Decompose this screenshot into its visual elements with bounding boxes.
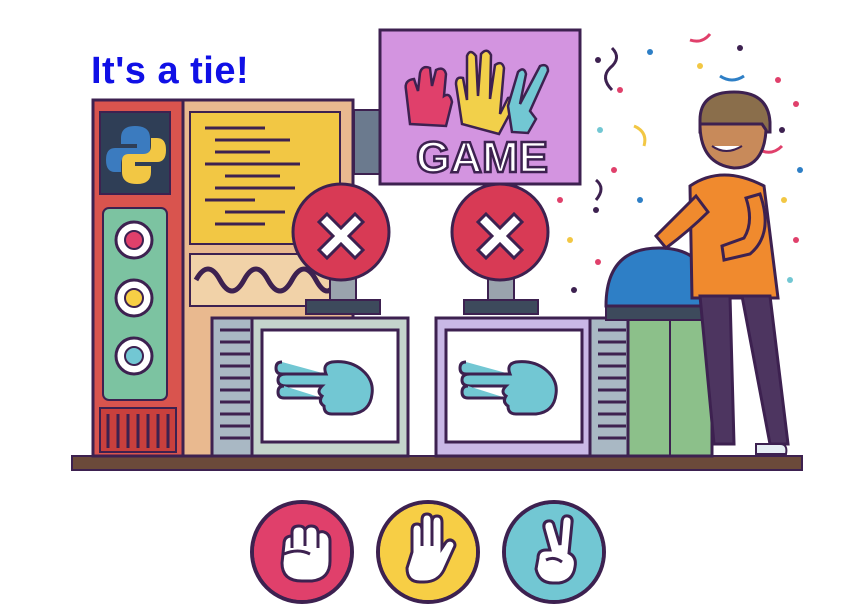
python-computer [91,98,185,458]
scissors-button[interactable] [502,500,606,604]
peace-hand-icon [506,504,602,600]
game-stage: GAME It's a tie! [0,0,866,616]
open-hand-icon [380,504,476,600]
player-choice-monitor [434,316,636,458]
dial-icons [114,220,154,376]
fist-icon [254,504,350,600]
paper-button[interactable] [376,500,480,604]
floor [71,455,803,471]
marquee-label: GAME [416,133,548,182]
computer-choice-monitor [210,316,410,458]
result-message: It's a tie! [91,50,250,92]
game-marquee: GAME [353,28,582,186]
rock-button[interactable] [250,500,354,604]
player-status-indicator [450,182,550,315]
